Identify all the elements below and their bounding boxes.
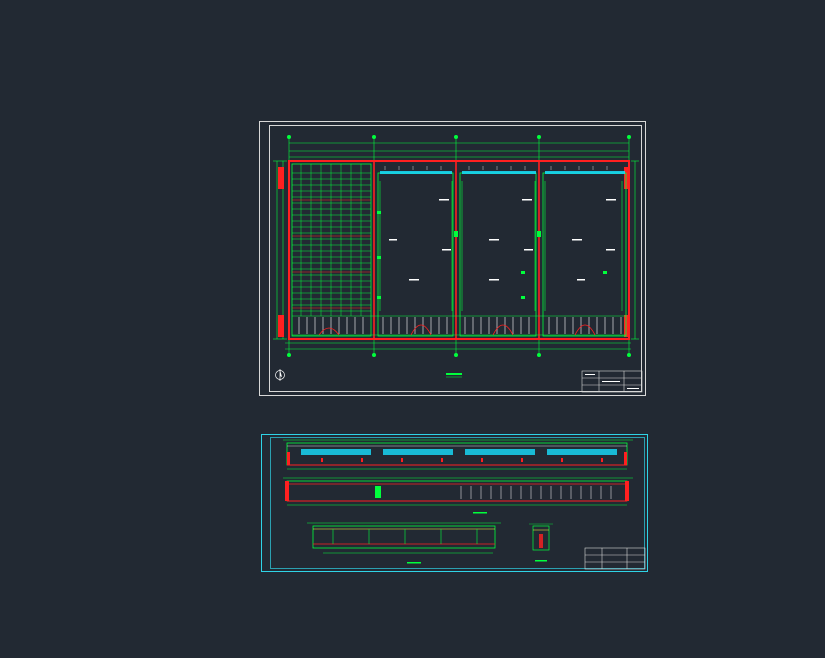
drawing-title-mark [446,373,462,378]
top-dimensions [288,139,630,161]
bay-labels [389,199,616,281]
title-block-text [585,374,639,389]
sections-drawing [261,434,648,572]
bottom-grid-bubbles [287,353,631,357]
top-cyan-strips [380,171,625,174]
bottom-band-arches [318,324,596,336]
sheet2-outer-border [261,434,648,572]
detail-1 [307,522,501,564]
bay-dimension-ticks [379,181,623,311]
sheet-outer-border [259,121,646,396]
detail-2 [529,523,553,562]
detail-1-title-mark [407,562,421,564]
section-b-title-mark [473,512,487,514]
top-grid-bubbles [287,135,631,139]
bay-green-marks [377,211,607,299]
bottom-band [292,315,626,336]
left-bay-red-accents [292,199,371,309]
bottom-dimensions [285,339,631,353]
top-strip-ticks [384,166,608,170]
section-a [283,439,633,470]
plan-drawing [259,121,646,396]
title-block-2 [584,547,646,570]
detail-2-title-mark [535,560,547,562]
left-bay-hatch [292,164,371,316]
drawing-sheet-plan[interactable] [259,121,646,396]
north-arrow-icon [275,369,285,381]
section-b [283,477,633,514]
cad-model-space[interactable] [0,0,825,658]
outer-walls [288,160,630,340]
room-outlines [291,163,627,337]
drawing-sheet-sections[interactable] [261,434,648,572]
sheet2-inner-border [270,437,645,569]
